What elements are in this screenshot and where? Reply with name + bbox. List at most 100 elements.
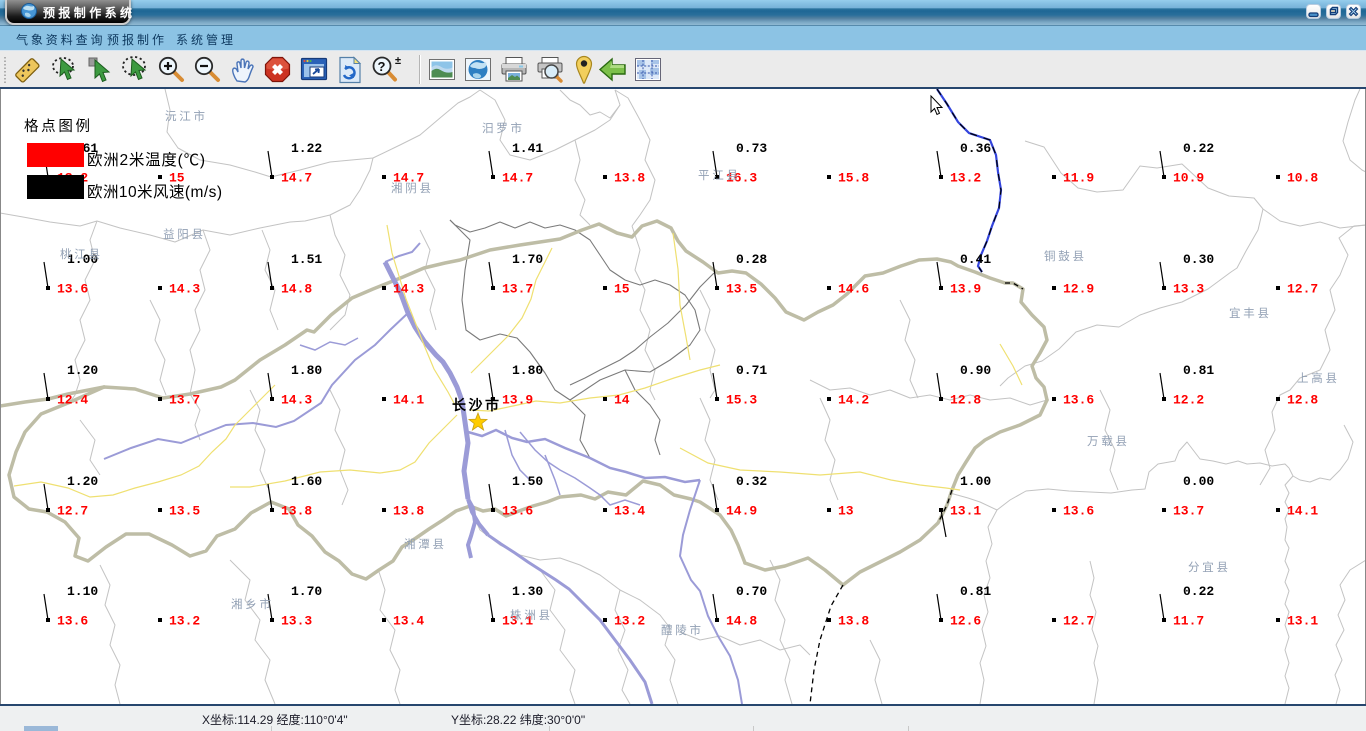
svg-text:11.7: 11.7	[1173, 614, 1204, 629]
svg-text:13.8: 13.8	[838, 614, 869, 629]
svg-text:0.41: 0.41	[960, 252, 991, 267]
svg-text:1.30: 1.30	[512, 584, 543, 599]
svg-text:上高县: 上高县	[1297, 371, 1337, 385]
svg-text:1.41: 1.41	[512, 141, 543, 156]
svg-text:13.3: 13.3	[1173, 282, 1204, 297]
svg-text:万载县: 万载县	[1087, 435, 1127, 448]
svg-text:13.6: 13.6	[502, 504, 533, 519]
svg-text:14.7: 14.7	[281, 171, 312, 186]
svg-text:0.22: 0.22	[1183, 584, 1214, 599]
svg-text:12.6: 12.6	[950, 614, 981, 629]
svg-text:13.4: 13.4	[614, 504, 645, 519]
svg-text:14.6: 14.6	[838, 282, 869, 297]
svg-text:1.60: 1.60	[291, 474, 322, 489]
svg-text:15.8: 15.8	[838, 171, 869, 186]
svg-text:沅江市: 沅江市	[165, 109, 205, 123]
svg-text:12.7: 12.7	[57, 504, 88, 519]
svg-text:0.70: 0.70	[736, 584, 767, 599]
svg-text:13: 13	[838, 504, 854, 519]
svg-text:12.4: 12.4	[57, 393, 88, 408]
svg-text:0.22: 0.22	[1183, 141, 1214, 156]
svg-text:13.2: 13.2	[169, 614, 200, 629]
svg-text:0.32: 0.32	[736, 474, 767, 489]
svg-text:13.8: 13.8	[281, 504, 312, 519]
svg-text:13.5: 13.5	[726, 282, 757, 297]
svg-text:13.7: 13.7	[502, 282, 533, 297]
svg-text:0.81: 0.81	[1183, 363, 1214, 378]
svg-text:13.2: 13.2	[614, 614, 645, 629]
svg-text:13.5: 13.5	[169, 504, 200, 519]
svg-text:13.6: 13.6	[57, 282, 88, 297]
svg-text:欧洲10米风速(m/s): 欧洲10米风速(m/s)	[87, 183, 222, 201]
svg-text:1.20: 1.20	[67, 363, 98, 378]
svg-text:13.4: 13.4	[393, 614, 424, 629]
svg-text:13.7: 13.7	[1173, 504, 1204, 519]
svg-text:醴陵市: 醴陵市	[661, 623, 701, 637]
svg-text:平江县: 平江县	[698, 169, 738, 182]
svg-text:益阳县: 益阳县	[163, 227, 203, 241]
svg-text:湘潭县: 湘潭县	[404, 537, 444, 551]
svg-text:1.70: 1.70	[291, 584, 322, 599]
svg-text:±: ±	[395, 55, 401, 67]
svg-text:1.20: 1.20	[67, 474, 98, 489]
svg-text:14.7: 14.7	[502, 171, 533, 186]
svg-text:13.3: 13.3	[281, 614, 312, 629]
svg-text:13.1: 13.1	[1287, 614, 1318, 629]
svg-text:13.6: 13.6	[57, 614, 88, 629]
svg-text:0.30: 0.30	[1183, 252, 1214, 267]
svg-text:分宜县: 分宜县	[1188, 560, 1228, 574]
svg-text:14.8: 14.8	[281, 282, 312, 297]
svg-text:1.50: 1.50	[512, 474, 543, 489]
svg-text:0.73: 0.73	[736, 141, 767, 156]
svg-text:0.28: 0.28	[736, 252, 767, 267]
svg-text:湘阴县: 湘阴县	[391, 181, 431, 195]
svg-text:湘乡市: 湘乡市	[231, 597, 271, 611]
svg-text:长沙市: 长沙市	[452, 397, 499, 413]
svg-text:12.2: 12.2	[1173, 393, 1204, 408]
svg-text:13.9: 13.9	[950, 282, 981, 297]
svg-text:14.9: 14.9	[726, 504, 757, 519]
svg-text:14: 14	[614, 393, 630, 408]
svg-text:1.10: 1.10	[67, 584, 98, 599]
svg-text:桃江县: 桃江县	[60, 247, 100, 261]
svg-text:13.8: 13.8	[614, 171, 645, 186]
svg-text:14.1: 14.1	[393, 393, 424, 408]
svg-text:12.8: 12.8	[1287, 393, 1318, 408]
svg-text:13.1: 13.1	[950, 504, 981, 519]
svg-text:格点图例: 格点图例	[24, 118, 90, 135]
svg-text:14.8: 14.8	[726, 614, 757, 629]
svg-text:1.00: 1.00	[960, 474, 991, 489]
svg-text:13.9: 13.9	[502, 393, 533, 408]
svg-text:12.7: 12.7	[1287, 282, 1318, 297]
svg-text:14.3: 14.3	[393, 282, 424, 297]
svg-text:0.00: 0.00	[1183, 474, 1214, 489]
svg-text:14.1: 14.1	[1287, 504, 1318, 519]
svg-text:12.7: 12.7	[1063, 614, 1094, 629]
svg-text:14.2: 14.2	[838, 393, 869, 408]
svg-text:13.7: 13.7	[169, 393, 200, 408]
svg-text:14.3: 14.3	[281, 393, 312, 408]
svg-text:10.9: 10.9	[1173, 171, 1204, 186]
svg-text:株洲县: 株洲县	[510, 608, 550, 622]
svg-text:12.8: 12.8	[950, 393, 981, 408]
svg-text:13.6: 13.6	[1063, 504, 1094, 519]
svg-text:11.9: 11.9	[1063, 171, 1094, 186]
svg-text:12.9: 12.9	[1063, 282, 1094, 297]
svg-text:15.3: 15.3	[726, 393, 757, 408]
svg-text:0.90: 0.90	[960, 363, 991, 378]
svg-text:宜丰县: 宜丰县	[1229, 306, 1269, 320]
svg-text:0.36: 0.36	[960, 141, 991, 156]
svg-text:铜鼓县: 铜鼓县	[1044, 249, 1084, 263]
svg-text:欧洲2米温度(℃): 欧洲2米温度(℃)	[87, 151, 205, 169]
svg-text:14.3: 14.3	[169, 282, 200, 297]
svg-text:?: ?	[378, 59, 386, 74]
svg-text:汨罗市: 汨罗市	[482, 121, 522, 135]
svg-text:0.71: 0.71	[736, 363, 767, 378]
svg-text:0.81: 0.81	[960, 584, 991, 599]
svg-text:1.22: 1.22	[291, 141, 322, 156]
svg-text:13.8: 13.8	[393, 504, 424, 519]
svg-text:1.80: 1.80	[512, 363, 543, 378]
svg-text:13.2: 13.2	[950, 171, 981, 186]
svg-text:1.80: 1.80	[291, 363, 322, 378]
svg-text:13.6: 13.6	[1063, 393, 1094, 408]
